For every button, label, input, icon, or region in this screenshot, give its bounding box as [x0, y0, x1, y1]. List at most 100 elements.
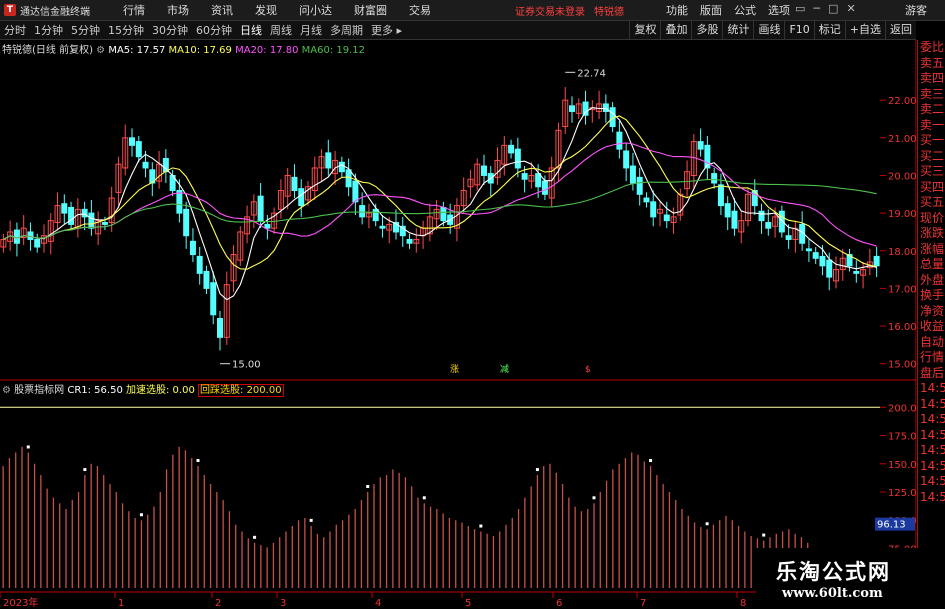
period-tab-1[interactable]: 1分钟 — [30, 22, 67, 38]
ind-tick-label: 150.0 — [888, 460, 916, 471]
candle — [453, 198, 460, 242]
toolbar-btn-1[interactable]: 叠加 — [660, 21, 691, 39]
time-tick-label: 2023年 — [3, 596, 38, 608]
menu-item-3[interactable]: 发现 — [244, 2, 288, 18]
side-panel-item-12[interactable]: 涨跌 — [918, 226, 945, 242]
menu-item-6[interactable]: 交易 — [398, 2, 442, 18]
candle — [413, 228, 420, 253]
restore-icon[interactable]: ─ — [813, 2, 820, 15]
period-tab-0[interactable]: 分时 — [0, 22, 30, 38]
candle — [183, 201, 190, 249]
side-panel-item-28[interactable]: 14:56 — [918, 474, 945, 490]
right-menu-item-0[interactable]: 功能 — [660, 2, 694, 18]
toolbar-btn-5[interactable]: F10 — [784, 21, 813, 39]
candle — [467, 169, 474, 199]
candle — [81, 201, 88, 231]
period-tab-8[interactable]: 月线 — [296, 22, 326, 38]
side-panel-item-4[interactable]: 卖二 — [918, 102, 945, 118]
toolbar-btn-3[interactable]: 统计 — [722, 21, 753, 39]
period-tab-5[interactable]: 60分钟 — [192, 22, 236, 38]
side-panel-item-5[interactable]: 卖一 — [918, 118, 945, 134]
side-panel-item-23[interactable]: 14:56 — [918, 397, 945, 413]
candle — [629, 152, 636, 191]
maximize-icon[interactable]: □ — [828, 2, 838, 15]
side-panel-item-11[interactable]: 现价 — [918, 211, 945, 227]
period-tab-3[interactable]: 15分钟 — [104, 22, 148, 38]
guest-label[interactable]: 游客 — [905, 2, 927, 18]
menu-item-1[interactable]: 市场 — [156, 2, 200, 18]
right-menu-item-3[interactable]: 选项 — [762, 2, 796, 18]
side-panel-item-16[interactable]: 换手 — [918, 288, 945, 304]
period-tab-9[interactable]: 多周期 — [326, 22, 367, 38]
menu-item-0[interactable]: 行情 — [112, 2, 156, 18]
side-panel-item-9[interactable]: 买四 — [918, 180, 945, 196]
cr-dot — [253, 535, 257, 539]
side-panel-item-10[interactable]: 买五 — [918, 195, 945, 211]
side-panel-item-29[interactable]: 14:56 — [918, 490, 945, 506]
menu-item-2[interactable]: 资讯 — [200, 2, 244, 18]
candle — [406, 233, 413, 249]
toolbar-btn-4[interactable]: 画线 — [753, 21, 784, 39]
cr-dot — [309, 518, 313, 522]
side-panel-item-1[interactable]: 卖五 — [918, 56, 945, 72]
price-tick-label: 20.00 — [888, 171, 916, 182]
period-tab-10[interactable]: 更多 ▸ — [367, 22, 406, 38]
candle — [20, 215, 27, 246]
side-panel-item-26[interactable]: 14:56 — [918, 443, 945, 459]
indicator-settings-icon[interactable]: ⚙ — [2, 385, 11, 396]
menu-item-5[interactable]: 财富圈 — [343, 2, 398, 18]
right-menu-item-1[interactable]: 版面 — [694, 2, 728, 18]
candle — [684, 160, 691, 199]
toolbar-btn-6[interactable]: 标记 — [813, 21, 845, 39]
high-annotation: 22.74 — [577, 68, 606, 79]
side-panel-item-17[interactable]: 净资 — [918, 304, 945, 320]
cr-dot — [139, 513, 143, 517]
login-status[interactable]: 证券交易未登录 — [515, 3, 585, 18]
candle — [724, 196, 731, 231]
side-panel-item-0[interactable]: 委比 — [918, 40, 945, 56]
side-panel-item-18[interactable]: 收益 — [918, 319, 945, 335]
event-marker: 减 — [500, 363, 509, 375]
side-panel-item-7[interactable]: 买二 — [918, 149, 945, 165]
period-tab-6[interactable]: 日线 — [236, 22, 266, 38]
side-panel-item-2[interactable]: 卖四 — [918, 71, 945, 87]
candle — [95, 211, 102, 246]
side-panel-item-14[interactable]: 总量 — [918, 257, 945, 273]
cr-dot — [26, 445, 30, 449]
period-tab-2[interactable]: 5分钟 — [67, 22, 104, 38]
price-tick-label: 15.00 — [888, 360, 916, 371]
toolbar-btn-7[interactable]: +自选 — [844, 21, 885, 39]
toolbar-btn-2[interactable]: 多股 — [691, 21, 722, 39]
candle — [704, 135, 711, 180]
candle — [501, 135, 508, 176]
toolbar-btn-8[interactable]: 返回 — [885, 21, 916, 39]
side-panel-item-27[interactable]: 14:56 — [918, 459, 945, 475]
minimize-icon[interactable]: ▭ — [795, 2, 805, 15]
ind-tick-label: 125.0 — [888, 488, 916, 499]
candle — [230, 245, 237, 293]
candle — [738, 211, 745, 244]
side-panel-item-22[interactable]: 14:56 — [918, 381, 945, 397]
price-tick-label: 21.00 — [888, 134, 916, 145]
side-panel-item-15[interactable]: 外盘 — [918, 273, 945, 289]
period-tab-7[interactable]: 周线 — [266, 22, 296, 38]
side-panel-item-21[interactable]: 盘后 — [918, 366, 945, 382]
side-panel-item-3[interactable]: 卖三 — [918, 87, 945, 103]
side-panel-item-8[interactable]: 买三 — [918, 164, 945, 180]
side-panel-item-6[interactable]: 买一 — [918, 133, 945, 149]
menu-item-4[interactable]: 问小达 — [288, 2, 343, 18]
side-panel-item-24[interactable]: 14:56 — [918, 412, 945, 428]
candle — [189, 228, 196, 263]
side-panel-item-20[interactable]: 行情 — [918, 350, 945, 366]
close-icon[interactable]: ✕ — [846, 2, 855, 15]
chart-area[interactable]: 22.00 21.00 20.00 19.00 18.00 17.00 16.00 15.00… — [0, 40, 916, 608]
huitiao-label: 回踩选股: 200.00 — [198, 384, 284, 397]
side-panel-item-19[interactable]: 自动 — [918, 335, 945, 351]
toolbar-btn-0[interactable]: 复权 — [629, 21, 660, 39]
right-menu-item-2[interactable]: 公式 — [728, 2, 762, 18]
candle — [426, 203, 433, 242]
period-toolbar: 分时 1分钟 5分钟 15分钟 30分钟 60分钟 日线 周线 月线 多周期 更多 ▸ 复权 叠加 多股… — [0, 21, 916, 40]
side-panel-item-13[interactable]: 涨幅 — [918, 242, 945, 258]
side-panel-item-25[interactable]: 14:56 — [918, 428, 945, 444]
period-tab-4[interactable]: 30分钟 — [148, 22, 192, 38]
